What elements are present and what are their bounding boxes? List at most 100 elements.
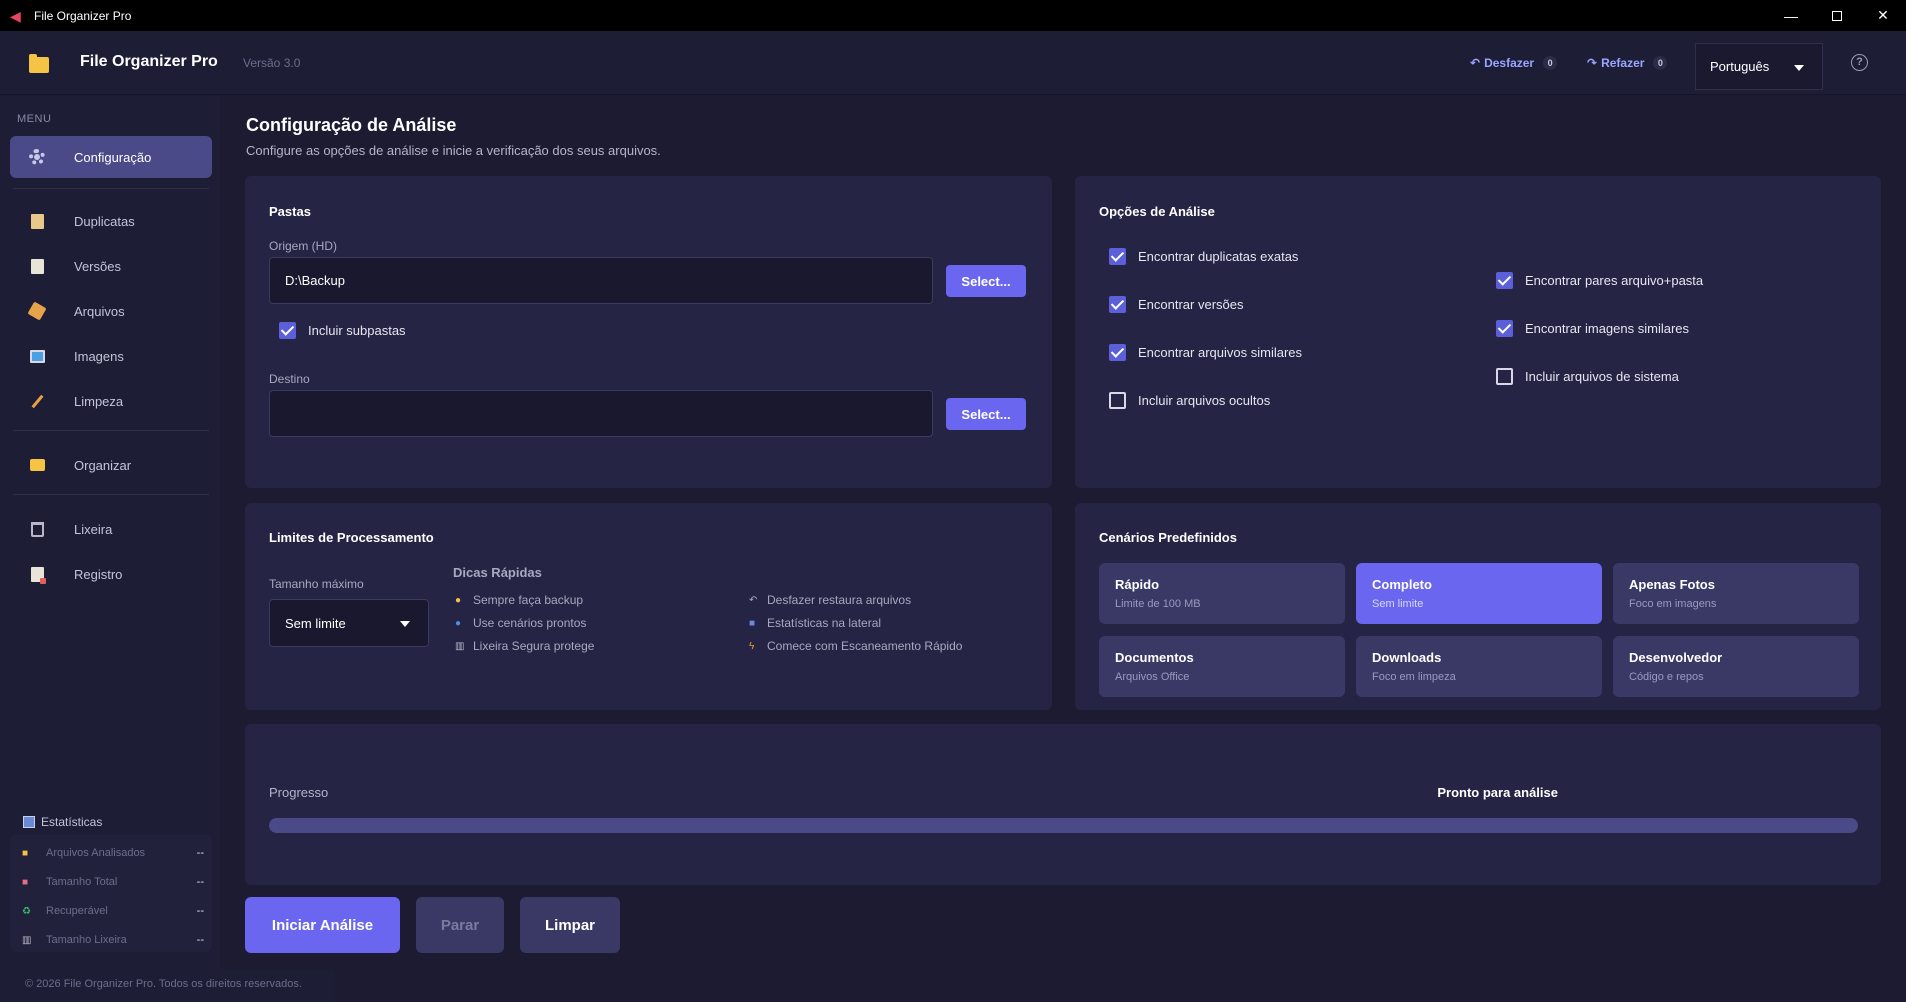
sidebar-item-registro[interactable]: Registro <box>10 553 212 595</box>
preset-name: Completo <box>1372 577 1432 592</box>
picture-icon <box>28 347 46 365</box>
tip-text: Sempre faça backup <box>473 593 584 607</box>
page-subtitle: Configure as opções de análise e inicie … <box>246 143 661 158</box>
language-value: Português <box>1710 59 1770 74</box>
sidebar-item-label: Registro <box>74 566 123 582</box>
maximize-button[interactable] <box>1814 0 1860 31</box>
sidebar-item-arquivos[interactable]: Arquivos <box>10 290 212 332</box>
clear-button[interactable]: Limpar <box>520 897 620 953</box>
folders-card: Pastas Origem (HD) D:\Backup Select... I… <box>245 176 1052 488</box>
chevron-down-icon <box>400 621 410 627</box>
sidebar-divider <box>13 430 209 431</box>
progress-bar <box>269 818 1858 833</box>
processing-limits-title: Limites de Processamento <box>269 530 434 545</box>
stats-title-label: Estatísticas <box>41 815 103 829</box>
preset-name: Downloads <box>1372 650 1442 665</box>
sidebar-item-organizar[interactable]: Organizar <box>10 444 212 486</box>
sidebar-item-configuracao[interactable]: Configuração <box>10 136 212 178</box>
preset-name: Apenas Fotos <box>1629 577 1715 592</box>
clear-label: Limpar <box>544 916 595 934</box>
checkbox-checked-icon <box>1496 272 1513 289</box>
preset-downloads[interactable]: Downloads Foco em limpeza <box>1356 636 1602 697</box>
option-file-folder-pairs[interactable]: Encontrar pares arquivo+pasta <box>1496 272 1703 289</box>
gear-icon <box>28 148 46 166</box>
checkbox-checked-icon <box>1496 320 1513 337</box>
sidebar-item-limpeza[interactable]: Limpeza <box>10 380 212 422</box>
stat-value: -- <box>196 905 204 917</box>
start-analysis-label: Iniciar Análise <box>271 916 374 934</box>
preset-description: Foco em imagens <box>1629 598 1717 610</box>
stat-label: Tamanho Total <box>46 876 118 888</box>
destination-input[interactable] <box>269 390 933 437</box>
sidebar-item-label: Configuração <box>74 149 152 165</box>
select-button-label: Select... <box>961 273 1011 289</box>
help-icon[interactable]: ? <box>1851 54 1868 71</box>
tip-item: ▥ Lixeira Segura protege <box>455 639 594 653</box>
start-analysis-button[interactable]: Iniciar Análise <box>245 897 400 953</box>
undo-button[interactable]: ↶ Desfazer 0 <box>1470 56 1558 70</box>
minimize-button[interactable]: — <box>1768 0 1814 31</box>
checkbox-checked-icon <box>279 322 296 339</box>
sidebar-item-versoes[interactable]: Versões <box>10 245 212 287</box>
select-button-label: Select... <box>961 406 1011 422</box>
app-header: File Organizer Pro Versão 3.0 ↶ Desfazer… <box>0 31 1906 95</box>
destination-select-button[interactable]: Select... <box>946 398 1026 430</box>
stats-title: Estatísticas <box>23 815 102 829</box>
preset-description: Sem limite <box>1372 598 1424 610</box>
preset-documentos[interactable]: Documentos Arquivos Office <box>1099 636 1345 697</box>
preset-rapido[interactable]: Rápido Limite de 100 MB <box>1099 563 1345 624</box>
stats-panel: ■ Arquivos Analisados -- ■ Tamanho Total… <box>10 835 212 952</box>
stop-label: Parar <box>440 916 480 934</box>
source-input[interactable]: D:\Backup <box>269 257 933 304</box>
sidebar-item-lixeira[interactable]: Lixeira <box>10 508 212 550</box>
source-select-button[interactable]: Select... <box>946 265 1026 297</box>
clipboard-icon <box>28 212 46 230</box>
language-select[interactable]: Português <box>1695 43 1823 90</box>
analysis-options-card: Opções de Análise Encontrar duplicatas e… <box>1075 176 1881 488</box>
broom-icon <box>28 392 46 410</box>
redo-button[interactable]: ↷ Refazer 0 <box>1587 56 1668 70</box>
option-similar-files[interactable]: Encontrar arquivos similares <box>1109 344 1302 361</box>
preset-description: Código e repos <box>1629 671 1704 683</box>
sidebar-divider <box>13 494 209 495</box>
checkbox-label: Encontrar pares arquivo+pasta <box>1525 273 1704 288</box>
undo-count-badge: 0 <box>1543 56 1558 70</box>
stat-label: Recuperável <box>46 905 108 917</box>
stat-row-arquivos-analisados: ■ Arquivos Analisados -- <box>22 843 204 863</box>
tip-text: Comece com Escaneamento Rápido <box>767 639 963 653</box>
option-similar-images[interactable]: Encontrar imagens similares <box>1496 320 1689 337</box>
option-hidden-files[interactable]: Incluir arquivos ocultos <box>1109 392 1270 409</box>
preset-description: Limite de 100 MB <box>1115 598 1201 610</box>
bar-chart-icon <box>23 816 35 828</box>
include-subfolders-checkbox[interactable]: Incluir subpastas <box>279 322 406 339</box>
checkbox-checked-icon <box>1109 344 1126 361</box>
destination-label: Destino <box>269 372 310 386</box>
magnifier-icon: ● <box>455 617 462 629</box>
analysis-options-title: Opções de Análise <box>1099 204 1215 219</box>
menu-label: MENU <box>17 113 52 125</box>
progress-status: Pronto para análise <box>1437 785 1558 800</box>
max-size-select[interactable]: Sem limite <box>269 599 429 647</box>
preset-name: Rápido <box>1115 577 1160 592</box>
sidebar-item-imagens[interactable]: Imagens <box>10 335 212 377</box>
page-title: Configuração de Análise <box>246 115 457 135</box>
preset-completo[interactable]: Completo Sem limite <box>1356 563 1602 624</box>
stop-button[interactable]: Parar <box>416 897 504 953</box>
stat-row-tamanho-lixeira: ▥ Tamanho Lixeira -- <box>22 930 204 950</box>
app-name: File Organizer Pro <box>80 53 218 70</box>
checkbox-checked-icon <box>1109 296 1126 313</box>
option-exact-duplicates[interactable]: Encontrar duplicatas exatas <box>1109 248 1298 265</box>
preset-apenas-fotos[interactable]: Apenas Fotos Foco em imagens <box>1613 563 1859 624</box>
sidebar-item-label: Lixeira <box>74 521 113 537</box>
option-system-files[interactable]: Incluir arquivos de sistema <box>1496 368 1679 385</box>
preset-desenvolvedor[interactable]: Desenvolvedor Código e repos <box>1613 636 1859 697</box>
sidebar-item-duplicatas[interactable]: Duplicatas <box>10 200 212 242</box>
redo-label: Refazer <box>1601 56 1645 70</box>
preset-description: Foco em limpeza <box>1372 671 1456 683</box>
option-versions[interactable]: Encontrar versões <box>1109 296 1244 313</box>
stat-value: -- <box>196 876 204 888</box>
tip-item: ■ Estatísticas na lateral <box>749 616 881 630</box>
close-window-button[interactable]: ✕ <box>1860 0 1906 31</box>
tip-text: Use cenários prontos <box>473 616 587 630</box>
tip-item: ϟ Comece com Escaneamento Rápido <box>749 639 962 653</box>
